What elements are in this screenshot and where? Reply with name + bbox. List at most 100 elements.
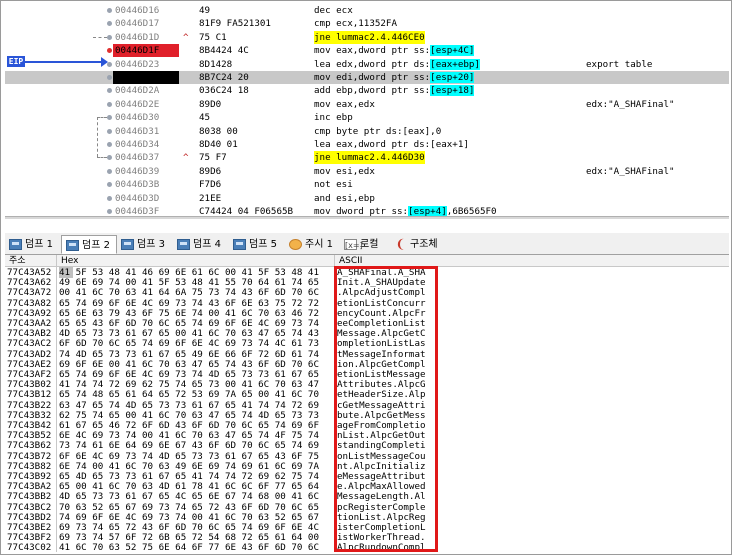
disasm-row[interactable]: 00446D2A 036C24 18 add ebp,dword ptr ss:[e… <box>5 84 729 97</box>
dump-address[interactable]: 77C43C02 <box>7 542 51 552</box>
pane-splitter[interactable] <box>5 216 729 219</box>
tab-7[interactable]: [x=] 로컬 <box>340 235 390 254</box>
breakpoint-slot-icon[interactable] <box>107 209 112 214</box>
disasm-address[interactable]: 00446D3D <box>113 192 179 205</box>
disasm-instruction[interactable]: cmp ecx,11352FA <box>314 17 397 30</box>
disasm-address[interactable]: 00446D1D <box>113 31 179 44</box>
breakpoint-slot-icon[interactable] <box>107 34 112 40</box>
breakpoint-slot-icon[interactable] <box>107 142 112 147</box>
disasm-bytes: 21EE <box>199 192 222 204</box>
jump-guide-line <box>97 157 107 159</box>
disasm-address[interactable]: 00446D39 <box>113 165 179 178</box>
tab-8[interactable]: ❨ 구조체 <box>390 235 452 254</box>
disasm-instruction[interactable]: mov edi,dword ptr ss:[esp+20] <box>314 71 475 84</box>
disasm-instruction[interactable]: mov eax,dword ptr ss:[esp+4C] <box>314 44 475 57</box>
disasm-address[interactable]: 00446D1F <box>113 44 179 58</box>
disasm-row[interactable]: 00446D3B F7D6 not esi <box>5 178 729 191</box>
dump-header-address[interactable]: 주소 <box>9 255 26 267</box>
disasm-row[interactable]: 00446D30 45 inc ebp <box>5 111 729 124</box>
breakpoint-slot-icon[interactable] <box>107 21 112 27</box>
tab-5[interactable]: 덤프 5 <box>229 235 285 254</box>
disasm-instruction[interactable]: and esi,ebp <box>314 192 375 205</box>
disasm-bytes: 49 <box>199 5 211 16</box>
disasm-instruction[interactable]: mov dword ptr ss:[esp+4],6B6565F0 <box>314 205 497 216</box>
disasm-row[interactable]: 00446D26 8B7C24 20 mov edi,dword ptr ss:[e… <box>5 71 729 84</box>
tab-6[interactable]: 주시 1 <box>285 235 340 254</box>
hex-dump-view[interactable]: 주소 Hex ASCII 77C43A52 41 5F 53 48 41 46 6… <box>5 255 729 552</box>
operand-highlight: [esp+4] <box>408 206 447 216</box>
disasm-row[interactable]: 00446D2E 89D0 mov eax,edx edx:"A_SHAFinal" <box>5 98 729 111</box>
disasm-instruction[interactable]: lea eax,dword ptr ds:[eax+1] <box>314 138 469 151</box>
disasm-comment: export table <box>586 58 653 70</box>
disasm-address[interactable]: 00446D26 <box>113 71 179 84</box>
disasm-address[interactable]: 00446D31 <box>113 125 179 138</box>
disasm-instruction[interactable]: cmp byte ptr ds:[eax],0 <box>314 125 441 138</box>
disasm-instruction[interactable]: not esi <box>314 178 353 191</box>
disasm-instruction[interactable]: mov eax,edx <box>314 98 375 111</box>
disasm-bytes: 89D0 <box>199 98 222 110</box>
breakpoint-icon[interactable] <box>107 48 112 54</box>
breakpoint-slot-icon[interactable] <box>107 8 112 13</box>
disasm-bytes: 75 C1 <box>199 31 227 43</box>
operand-highlight: [eax+ebp] <box>430 58 480 70</box>
breakpoint-slot-icon[interactable] <box>107 101 112 107</box>
dump-icon <box>121 239 134 250</box>
tab-3[interactable]: 덤프 3 <box>117 235 173 254</box>
dump-icon <box>233 239 246 250</box>
disasm-instruction[interactable]: jne lummac2.4.446CE0 <box>314 30 425 44</box>
dump-hex-bytes[interactable]: 41 6C 70 63 52 75 6E 64 6F 77 6E 43 6F 6… <box>59 542 319 552</box>
tab-4[interactable]: 덤프 4 <box>173 235 229 254</box>
disasm-row[interactable]: 00446D1D ^ 75 C1 jne lummac2.4.446CE0 <box>5 30 729 44</box>
disasm-address[interactable]: 00446D16 <box>113 4 179 17</box>
disasm-row[interactable]: 00446D17 81F9 FA521301 cmp ecx,11352FA <box>5 17 729 30</box>
ascii-highlight-box <box>334 266 438 552</box>
disasm-address[interactable]: 00446D2E <box>113 98 179 111</box>
disasm-instruction[interactable]: inc ebp <box>314 111 353 124</box>
jump-guide-line <box>97 117 98 158</box>
operand-highlight: [esp+18] <box>430 85 475 97</box>
disasm-instruction[interactable]: mov esi,edx <box>314 165 375 178</box>
breakpoint-slot-icon[interactable] <box>107 75 112 80</box>
disasm-row[interactable]: 00446D39 89D6 mov esi,edx edx:"A_SHAFinal" <box>5 165 729 178</box>
disasm-address[interactable]: 00446D2A <box>113 84 179 97</box>
disasm-bytes: 8038 00 <box>199 125 238 137</box>
dump-icon <box>177 239 190 250</box>
disasm-row[interactable]: 00446D1F 8B4424 4C mov eax,dword ptr ss:[e… <box>5 44 729 58</box>
disasm-row[interactable]: 00446D16 49 dec ecx <box>5 4 729 17</box>
dump-header-hex[interactable]: Hex <box>61 255 78 267</box>
disasm-address[interactable]: 00446D30 <box>113 111 179 124</box>
disasm-instruction[interactable]: dec ecx <box>314 4 353 17</box>
breakpoint-slot-icon[interactable] <box>107 88 112 94</box>
breakpoint-slot-icon[interactable] <box>107 128 112 134</box>
dump-icon <box>66 240 79 251</box>
disasm-bytes: C74424 04 F06565B <box>199 206 294 216</box>
breakpoint-slot-icon[interactable] <box>107 168 112 174</box>
disasm-address[interactable]: 00446D23 <box>113 58 179 71</box>
disasm-row[interactable]: 00446D31 8038 00 cmp byte ptr ds:[eax],0 <box>5 125 729 138</box>
disasm-row[interactable]: 00446D23 8D1428 lea edx,dword ptr ds:[eax+… <box>5 58 729 71</box>
disasm-address[interactable]: 00446D17 <box>113 17 179 30</box>
disasm-instruction[interactable]: lea edx,dword ptr ds:[eax+ebp] <box>314 58 480 71</box>
disasm-row[interactable]: 00446D3D 21EE and esi,ebp <box>5 192 729 205</box>
disasm-address[interactable]: 00446D3F <box>113 205 179 216</box>
tab-label: 덤프 2 <box>82 240 110 251</box>
breakpoint-slot-icon[interactable] <box>107 195 112 201</box>
breakpoint-slot-icon[interactable] <box>107 115 112 121</box>
eip-arrow-line <box>25 61 103 63</box>
jump-direction-indicator: ^ <box>183 152 189 164</box>
disasm-row[interactable]: 00446D37 ^ 75 F7 jne lummac2.4.446D30 <box>5 151 729 165</box>
eip-marker: EIP <box>7 56 25 67</box>
disassembly-view[interactable]: 00446D16 49 dec ecx 00446D17 81F9 FA521301 cm… <box>5 4 729 216</box>
disasm-bytes: 8B4424 4C <box>199 45 249 57</box>
tab-1[interactable]: 덤프 1 <box>5 235 61 254</box>
disasm-instruction[interactable]: add ebp,dword ptr ss:[esp+18] <box>314 84 475 97</box>
disasm-row[interactable]: 00446D3F C74424 04 F06565B mov dword ptr s… <box>5 205 729 216</box>
tab-2[interactable]: 덤프 2 <box>61 235 117 254</box>
breakpoint-slot-icon[interactable] <box>107 182 112 188</box>
disasm-instruction[interactable]: jne lummac2.4.446D30 <box>314 151 425 165</box>
disasm-row[interactable]: 00446D34 8D40 01 lea eax,dword ptr ds:[eax… <box>5 138 729 151</box>
disasm-address[interactable]: 00446D37 <box>113 151 179 164</box>
breakpoint-slot-icon[interactable] <box>107 155 112 161</box>
disasm-address[interactable]: 00446D3B <box>113 178 179 191</box>
disasm-address[interactable]: 00446D34 <box>113 138 179 151</box>
